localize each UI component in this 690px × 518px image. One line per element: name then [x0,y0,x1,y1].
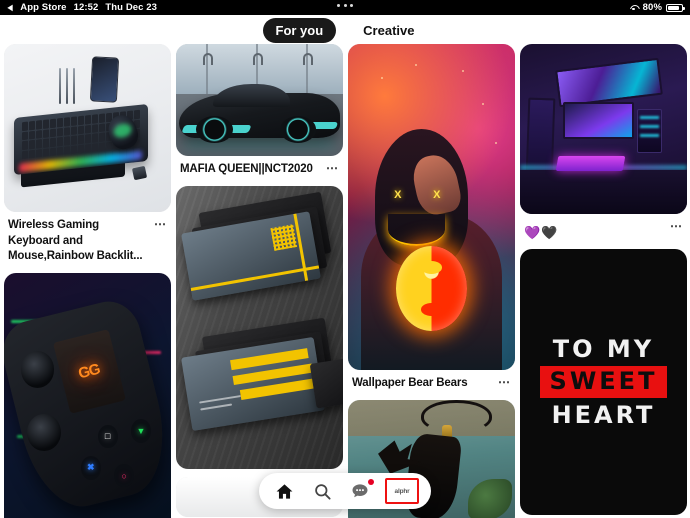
avatar-label: alphr [394,487,410,495]
monitor-main [563,101,634,140]
mask-smile [388,214,445,247]
tab-creative[interactable]: Creative [350,18,427,43]
phone-icon [89,56,119,104]
more-options-icon[interactable]: ⋯ [326,162,339,174]
notification-badge [368,479,374,485]
keyboard-artwork [4,44,171,212]
wifi-icon [629,4,639,12]
more-options-icon[interactable]: ⋯ [498,376,511,388]
pin-meta-keyboard: Wireless Gaming Keyboard and Mouse,Rainb… [4,212,171,265]
pin-card-keyboard[interactable]: Wireless Gaming Keyboard and Mouse,Rainb… [4,44,171,265]
sweet-heart-poster-artwork: TO MY SWEET HEART [520,249,687,515]
desk-surface [520,169,687,214]
pin-card-gaming-desk[interactable]: 💜🖤 ⋯ [520,44,687,241]
feed-tab-bar: For you Creative [0,16,690,44]
neon-mask-artwork: X X [348,44,515,370]
gaming-desk-artwork [520,44,687,214]
nav-home-button[interactable] [269,478,299,504]
pin-card-car[interactable]: MAFIA QUEEN||NCT2020 ⋯ [176,44,343,178]
pin-image-sweet-heart[interactable]: TO MY SWEET HEART [520,249,687,515]
pin-image-keyboard[interactable] [4,44,171,212]
phone-stand-icon [59,67,89,105]
status-date: Thu Dec 23 [105,2,158,13]
pc-tower [636,108,662,153]
car-wheel-front [196,115,233,143]
usb-dongle-icon [131,165,148,180]
battery-icon [666,3,685,12]
square-button-icon: □ [97,424,118,449]
pin-title: MAFIA QUEEN||NCT2020 [180,163,313,175]
pin-column-4: 💜🖤 ⋯ TO MY SWEET HEART [520,44,687,518]
triangle-left-icon[interactable]: ◀ [8,3,13,12]
pin-card-controller[interactable]: GG □ ▼ ✖ ○ [4,272,171,518]
tab-for-you[interactable]: For you [262,17,337,43]
status-back-app-label[interactable]: App Store [20,2,66,13]
pin-column-1: Wireless Gaming Keyboard and Mouse,Rainb… [4,44,171,518]
status-bar-right: 80% [629,2,685,13]
poster-line-3: HEART [551,401,656,429]
cross-button-icon: ✖ [80,455,101,480]
app-screen: ◀ App Store 12:52 Thu Dec 23 80% For you… [0,0,690,518]
bottom-navigation-bar: alphr [259,473,431,509]
battery-percent-label: 80% [642,2,662,13]
pin-card-sweet-heart[interactable]: TO MY SWEET HEART [520,249,687,515]
yin-yang-icon [396,246,467,331]
pin-image-gaming-desk[interactable] [520,44,687,214]
pin-emoji-caption: 💜🖤 [524,225,559,240]
triangle-button-icon: ▼ [130,419,151,443]
side-poster [525,97,555,178]
pin-card-business-cards[interactable] [176,185,343,469]
home-icon [276,483,292,499]
monitor-top [554,58,663,108]
poster-line-2: SWEET [539,366,668,398]
controller-artwork: GG □ ▼ ✖ ○ [4,272,171,518]
pin-meta-neon-mask: Wallpaper Bear Bears ⋯ [348,370,515,392]
rgb-keyboard [555,156,625,172]
more-options-icon[interactable]: ⋯ [670,220,683,232]
analog-stick-right [27,414,61,451]
avatar[interactable]: alphr [385,478,419,504]
pin-column-3: X X Wallpaper Bear Bears ⋯ [348,44,515,518]
pin-grid: Wireless Gaming Keyboard and Mouse,Rainb… [0,44,690,518]
pin-card-neon-mask[interactable]: X X Wallpaper Bear Bears ⋯ [348,44,515,392]
pin-meta-car: MAFIA QUEEN||NCT2020 ⋯ [176,156,343,178]
analog-stick-left [20,351,55,388]
status-bar-left: ◀ App Store 12:52 Thu Dec 23 [0,2,157,13]
necklace-cord [421,399,492,433]
multitask-drag-handle[interactable] [337,4,353,7]
nav-profile-button[interactable]: alphr [383,478,421,504]
nav-search-button[interactable] [307,478,337,504]
search-icon [314,483,331,500]
x-eye-left-icon: X [394,188,402,201]
car-wheel-rear [279,115,317,143]
pin-image-neon-mask[interactable]: X X [348,44,515,370]
car-artwork [176,44,343,156]
pin-title: Wireless Gaming Keyboard and Mouse,Rainb… [8,219,143,263]
pin-column-2: MAFIA QUEEN||NCT2020 ⋯ [176,44,343,518]
pin-image-controller[interactable]: GG □ ▼ ✖ ○ [4,272,171,518]
status-time: 12:52 [73,2,99,13]
business-cards-artwork [176,185,343,469]
more-options-icon[interactable]: ⋯ [154,218,167,230]
pin-title: Wallpaper Bear Bears [352,377,468,389]
pin-meta-gaming-desk: 💜🖤 ⋯ [520,214,687,241]
poster-line-1: TO MY [552,335,655,363]
pin-image-car[interactable] [176,44,343,156]
chat-bubble-icon [352,484,368,498]
x-eye-right-icon: X [433,188,441,201]
nav-messages-button[interactable] [345,478,375,504]
pin-image-business-cards[interactable] [176,185,343,469]
